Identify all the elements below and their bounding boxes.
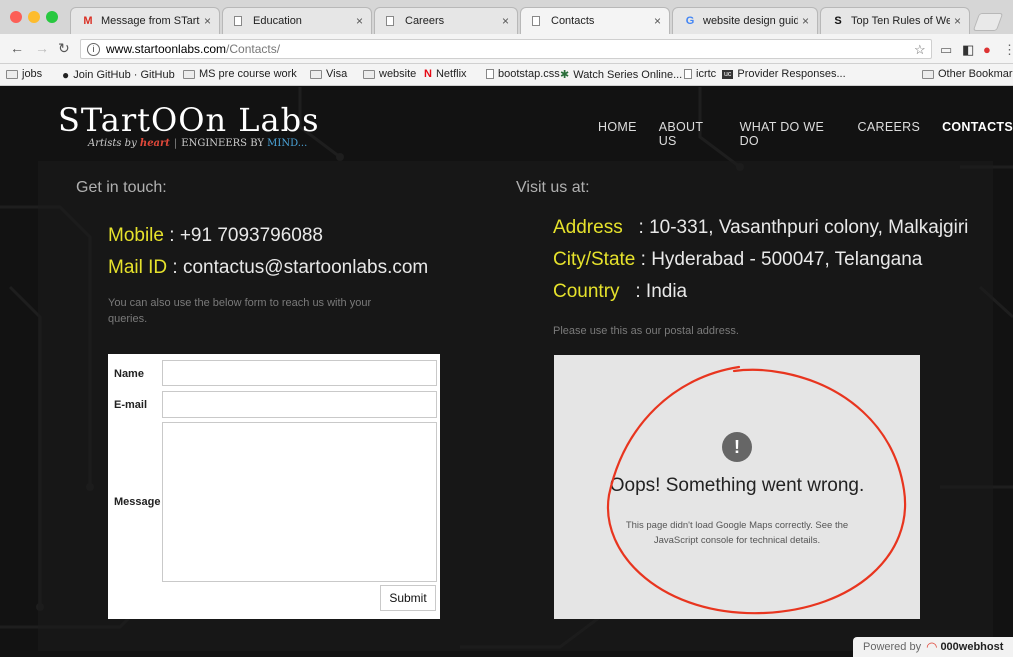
close-tab-icon[interactable]: × <box>356 14 363 28</box>
browser-tab-gmail[interactable]: M Message from STartOO × <box>70 7 220 34</box>
extension-icon[interactable]: ◧ <box>962 42 974 58</box>
name-input[interactable] <box>162 360 437 386</box>
address-bar[interactable]: i www.startoonlabs.com/Contacts/ <box>80 39 932 59</box>
minimize-window-icon[interactable] <box>28 11 40 23</box>
page-content: STartOOn Labs Artists by heart | ENGINEERS… <box>0 87 1013 657</box>
message-label: Message <box>114 496 161 508</box>
nav-about-us[interactable]: ABOUT US <box>659 120 718 148</box>
page-icon <box>531 14 545 28</box>
nav-home[interactable]: HOME <box>598 120 637 148</box>
exclamation-icon: ! <box>722 432 752 462</box>
map-error-title: Oops! Something went wrong. <box>609 475 865 496</box>
postal-note: Please use this as our postal address. <box>553 325 739 337</box>
page-icon <box>486 69 494 79</box>
uc-icon: uc <box>722 69 734 79</box>
bookmark-provider-responses[interactable]: uc Provider Responses... <box>722 68 846 80</box>
maximize-window-icon[interactable] <box>46 11 58 23</box>
name-label: Name <box>114 368 144 380</box>
close-tab-icon[interactable]: × <box>204 14 211 28</box>
powered-by-badge[interactable]: Powered by ◠ 000webhost <box>853 637 1013 657</box>
nav-contacts[interactable]: CONTACTS <box>942 120 1013 148</box>
folder-icon <box>363 69 375 79</box>
mail-line: Mail ID : contactus@startoonlabs.com <box>108 257 429 278</box>
browser-tab-careers[interactable]: Careers × <box>374 7 518 34</box>
nav-careers[interactable]: CAREERS <box>858 120 921 148</box>
get-in-touch-heading: Get in touch: <box>76 179 167 196</box>
folder-icon <box>6 69 18 79</box>
google-icon: G <box>685 15 695 27</box>
forward-arrow-icon[interactable]: → <box>35 40 49 56</box>
bookmark-bootstrap[interactable]: bootstap.css <box>486 68 560 80</box>
adblock-icon[interactable]: ● <box>983 42 991 57</box>
back-arrow-icon[interactable]: ← <box>10 40 24 56</box>
country-line: Country : India <box>553 281 688 302</box>
close-tab-icon[interactable]: × <box>954 14 961 28</box>
browser-tab-education[interactable]: Education × <box>222 7 372 34</box>
address-line: Address : 10-331, Vasanthpuri colony, Ma… <box>553 217 969 238</box>
form-note: You can also use the below form to reach… <box>108 297 372 325</box>
site-logo[interactable]: STartOOn Labs <box>58 101 320 139</box>
bookmark-jobs[interactable]: jobs <box>6 68 42 80</box>
gmail-icon: M <box>83 15 93 27</box>
email-input[interactable] <box>162 391 437 418</box>
map-embed[interactable]: ! Oops! Something went wrong. This page … <box>554 355 920 619</box>
page-icon <box>233 14 247 28</box>
bookmark-icrtc[interactable]: icrtc <box>684 68 716 80</box>
new-tab-button[interactable] <box>972 13 1004 31</box>
message-textarea[interactable] <box>162 422 437 582</box>
bookmark-other[interactable]: Other Bookmarks <box>922 68 1013 80</box>
close-tab-icon[interactable]: × <box>654 14 661 28</box>
github-icon: ● <box>62 68 70 82</box>
bookmark-watch-series[interactable]: ✱ Watch Series Online... <box>560 68 682 82</box>
folder-icon <box>310 69 322 79</box>
submit-button[interactable]: Submit <box>380 585 436 611</box>
watch-series-icon: ✱ <box>560 69 570 81</box>
reload-icon[interactable]: ↻ <box>58 40 70 57</box>
bookmark-netflix[interactable]: N Netflix <box>424 68 467 80</box>
browser-toolbar: ← → ↻ i www.startoonlabs.com/Contacts/ ☆… <box>0 34 1013 64</box>
cast-icon[interactable]: ▭ <box>940 42 952 58</box>
bookmark-ms-course[interactable]: MS pre course work <box>183 68 297 80</box>
browser-tab-strip: M Message from STartOO × Education × Car… <box>0 0 1013 34</box>
webhost-logo-icon: ◠ <box>926 639 938 654</box>
city-state-line: City/State : Hyderabad - 500047, Telanga… <box>553 249 923 270</box>
bookmark-star-icon[interactable]: ☆ <box>914 42 926 58</box>
browser-tab-top-ten[interactable]: S Top Ten Rules of Web D × <box>820 7 970 34</box>
site-info-icon[interactable]: i <box>87 42 100 56</box>
menu-dots-icon[interactable]: ⋮ <box>1003 42 1013 58</box>
map-error-detail: This page didn't load Google Maps correc… <box>625 520 849 546</box>
browser-tab-google[interactable]: G website design guidelin × <box>672 7 818 34</box>
bookmark-visa[interactable]: Visa <box>310 68 347 80</box>
browser-tab-contacts[interactable]: Contacts × <box>520 7 670 34</box>
close-tab-icon[interactable]: × <box>502 14 509 28</box>
page-icon <box>684 69 692 79</box>
close-window-icon[interactable] <box>10 11 22 23</box>
bookmark-github[interactable]: ● Join GitHub · GitHub <box>62 68 175 82</box>
bookmarks-bar: jobs ● Join GitHub · GitHub MS pre course… <box>0 64 1013 86</box>
netflix-icon: N <box>424 68 432 80</box>
close-tab-icon[interactable]: × <box>802 14 809 28</box>
nav-what-do-we-do[interactable]: WHAT DO WE DO <box>740 120 836 148</box>
site-tagline: Artists by heart | ENGINEERS BY MIND... <box>88 138 308 149</box>
visit-us-heading: Visit us at: <box>516 179 590 196</box>
folder-icon <box>922 69 934 79</box>
mobile-line: Mobile : +91 7093796088 <box>108 225 323 246</box>
main-nav: HOME ABOUT US WHAT DO WE DO CAREERS CONT… <box>598 120 1013 148</box>
page-icon <box>385 14 399 28</box>
contact-form: Name E-mail Message Submit <box>108 354 440 619</box>
folder-icon <box>183 69 195 79</box>
site-logo-icon: S <box>834 15 842 27</box>
bookmark-website[interactable]: website <box>363 68 416 80</box>
email-label: E-mail <box>114 399 148 411</box>
